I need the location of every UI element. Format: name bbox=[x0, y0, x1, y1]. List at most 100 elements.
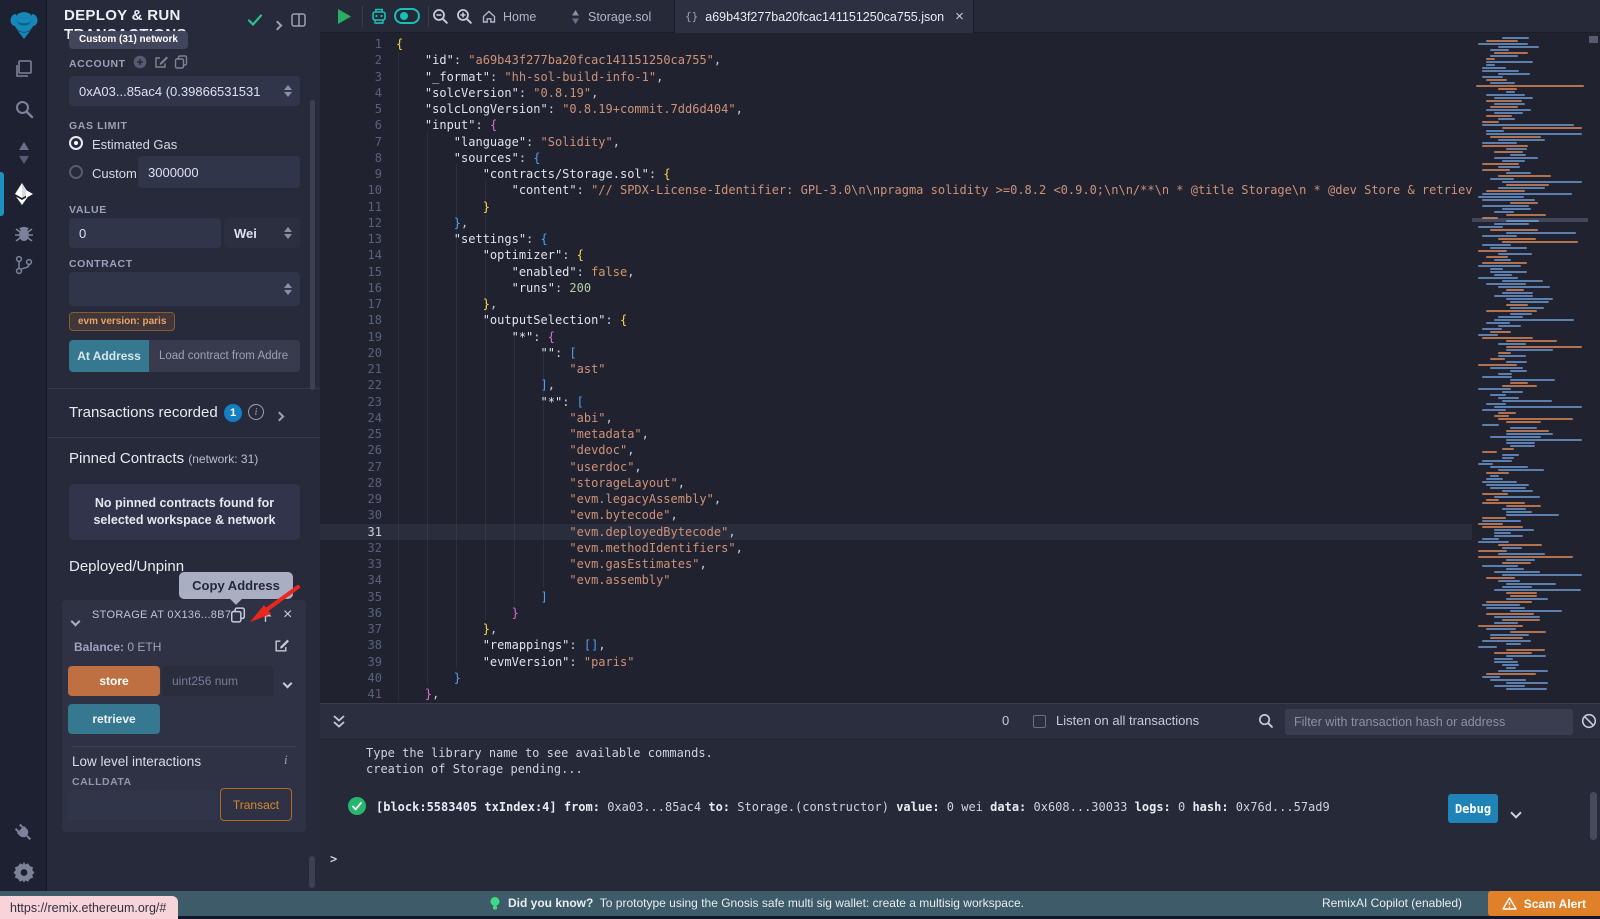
add-account-icon[interactable] bbox=[133, 55, 147, 69]
code-line[interactable]: 31 "evm.deployedBytecode", bbox=[320, 524, 1472, 540]
code-line[interactable]: 34 "evm.assembly" bbox=[320, 572, 1472, 588]
code-line[interactable]: 21 "ast" bbox=[320, 361, 1472, 377]
run-script-icon[interactable] bbox=[336, 8, 352, 25]
account-select[interactable]: 0xA03...85ac4 (0.39866531531 bbox=[69, 76, 300, 106]
code-line[interactable]: 30 "evm.bytecode", bbox=[320, 507, 1472, 523]
transactions-expand-icon[interactable] bbox=[276, 407, 283, 425]
ai-copilot-robot-icon[interactable] bbox=[370, 7, 388, 26]
code-line[interactable]: 32 "evm.methodIdentifiers", bbox=[320, 540, 1472, 556]
code-line[interactable]: 8 "sources": { bbox=[320, 150, 1472, 166]
estimated-gas-radio[interactable] bbox=[69, 136, 83, 150]
network-badge[interactable]: Custom (31) network bbox=[69, 31, 188, 49]
code-line[interactable]: 5 "solcLongVersion": "0.8.19+commit.7dd6… bbox=[320, 101, 1472, 117]
code-line[interactable]: 23 "*": [ bbox=[320, 394, 1472, 410]
copilot-toggle[interactable] bbox=[394, 8, 420, 24]
filter-transactions-input[interactable]: Filter with transaction hash or address bbox=[1285, 709, 1573, 735]
edit-balance-icon[interactable] bbox=[274, 638, 289, 653]
edit-account-icon[interactable] bbox=[154, 55, 168, 69]
code-line[interactable]: 4 "solcVersion": "0.8.19", bbox=[320, 85, 1472, 101]
tx-log-line[interactable]: [block:5583405 txIndex:4] from: 0xa03...… bbox=[376, 800, 1330, 814]
load-contract-input[interactable]: Load contract from Addre bbox=[149, 340, 300, 372]
search-icon[interactable] bbox=[0, 98, 47, 120]
code-line[interactable]: 11 } bbox=[320, 199, 1472, 215]
listen-transactions-checkbox[interactable] bbox=[1033, 715, 1046, 728]
code-line[interactable]: 13 "settings": { bbox=[320, 231, 1472, 247]
pin-contract-icon[interactable] bbox=[258, 607, 273, 623]
value-unit-select[interactable]: Wei bbox=[224, 218, 300, 248]
transactions-info-icon[interactable]: i bbox=[248, 404, 264, 420]
code-line[interactable]: 9 "contracts/Storage.sol": { bbox=[320, 166, 1472, 182]
panel-collapse-icon[interactable] bbox=[274, 16, 281, 34]
transact-button[interactable]: Transact bbox=[220, 788, 292, 821]
copilot-status[interactable]: RemixAI Copilot (enabled) bbox=[1322, 896, 1462, 910]
code-line[interactable]: 33 "evm.gasEstimates", bbox=[320, 556, 1472, 572]
file-explorer-icon[interactable] bbox=[0, 58, 47, 80]
code-line[interactable]: 17 }, bbox=[320, 296, 1472, 312]
minimap[interactable] bbox=[1472, 33, 1588, 703]
store-arg-input[interactable]: uint256 num bbox=[162, 666, 274, 696]
code-line[interactable]: 24 "abi", bbox=[320, 410, 1472, 426]
solidity-compiler-icon[interactable] bbox=[0, 141, 47, 165]
zoom-in-icon[interactable] bbox=[456, 8, 473, 25]
terminal-prompt[interactable]: > bbox=[330, 852, 337, 866]
value-input[interactable]: 0 bbox=[69, 218, 221, 248]
listen-transactions-label[interactable]: Listen on all transactions bbox=[1056, 713, 1199, 728]
contract-instance-label[interactable]: STORAGE AT 0X136...8B78 bbox=[92, 609, 238, 621]
terminal-scrollbar[interactable] bbox=[1590, 792, 1597, 840]
code-line[interactable]: 19 "*": { bbox=[320, 329, 1472, 345]
store-button[interactable]: store bbox=[68, 666, 160, 696]
expand-tx-icon[interactable] bbox=[1512, 804, 1520, 822]
plugin-manager-icon[interactable] bbox=[0, 822, 47, 844]
split-panel-icon[interactable] bbox=[291, 13, 306, 27]
tab-build-info-json[interactable]: {} a69b43f277ba20fcac141151250ca755.json… bbox=[674, 0, 974, 33]
git-branch-icon[interactable] bbox=[0, 254, 47, 276]
expand-store-icon[interactable] bbox=[284, 674, 291, 692]
contract-select[interactable] bbox=[69, 272, 300, 306]
code-line[interactable]: 35 ] bbox=[320, 589, 1472, 605]
code-line[interactable]: 16 "runs": 200 bbox=[320, 280, 1472, 296]
code-line[interactable]: 22 ], bbox=[320, 377, 1472, 393]
zoom-out-icon[interactable] bbox=[432, 8, 449, 25]
calldata-input[interactable] bbox=[68, 790, 218, 820]
close-tab-icon[interactable]: × bbox=[955, 8, 964, 25]
low-level-info-icon[interactable]: i bbox=[284, 752, 288, 768]
code-line[interactable]: 6 "input": { bbox=[320, 117, 1472, 133]
code-line[interactable]: 12 }, bbox=[320, 215, 1472, 231]
code-line[interactable]: 29 "evm.legacyAssembly", bbox=[320, 491, 1472, 507]
copy-address-icon[interactable] bbox=[230, 607, 246, 623]
code-line[interactable]: 41 }, bbox=[320, 686, 1472, 702]
remix-logo-icon[interactable] bbox=[0, 8, 47, 42]
deploy-run-icon[interactable] bbox=[0, 181, 47, 207]
code-line[interactable]: 38 "remappings": [], bbox=[320, 637, 1472, 653]
retrieve-button[interactable]: retrieve bbox=[68, 704, 160, 734]
clear-console-icon[interactable] bbox=[1581, 713, 1597, 729]
editor-scrollbar-thumb[interactable] bbox=[1589, 36, 1598, 43]
code-line[interactable]: 40 } bbox=[320, 670, 1472, 686]
code-line[interactable]: 25 "metadata", bbox=[320, 426, 1472, 442]
code-line[interactable]: 15 "enabled": false, bbox=[320, 264, 1472, 280]
panel-scrollbar[interactable] bbox=[310, 100, 315, 390]
code-line[interactable]: 1{ bbox=[320, 36, 1472, 52]
custom-gas-input[interactable]: 3000000 bbox=[138, 156, 300, 188]
scam-alert-button[interactable]: Scam Alert bbox=[1488, 891, 1600, 916]
code-line[interactable]: 28 "storageLayout", bbox=[320, 475, 1472, 491]
code-line[interactable]: 18 "outputSelection": { bbox=[320, 312, 1472, 328]
contract-collapse-icon[interactable] bbox=[72, 612, 79, 630]
remove-contract-icon[interactable]: × bbox=[283, 606, 292, 624]
tab-storage-sol[interactable]: Storage.sol bbox=[560, 0, 661, 33]
code-line[interactable]: 36 } bbox=[320, 605, 1472, 621]
code-line[interactable]: 27 "userdoc", bbox=[320, 459, 1472, 475]
code-line[interactable]: 37 }, bbox=[320, 621, 1472, 637]
code-line[interactable]: 26 "devdoc", bbox=[320, 442, 1472, 458]
debugger-bug-icon[interactable] bbox=[0, 222, 47, 244]
code-line[interactable]: 2 "id": "a69b43f277ba20fcac141151250ca75… bbox=[320, 52, 1472, 68]
copy-account-icon[interactable] bbox=[174, 55, 188, 69]
tab-home[interactable]: Home bbox=[472, 0, 546, 33]
panel-scrollbar-bottom[interactable] bbox=[309, 856, 315, 888]
settings-gear-icon[interactable] bbox=[0, 860, 47, 882]
at-address-button[interactable]: At Address bbox=[69, 340, 149, 372]
collapse-terminal-icon[interactable] bbox=[332, 714, 346, 729]
code-line[interactable]: 7 "language": "Solidity", bbox=[320, 134, 1472, 150]
code-line[interactable]: 3 "_format": "hh-sol-build-info-1", bbox=[320, 69, 1472, 85]
custom-gas-radio[interactable] bbox=[69, 165, 83, 179]
